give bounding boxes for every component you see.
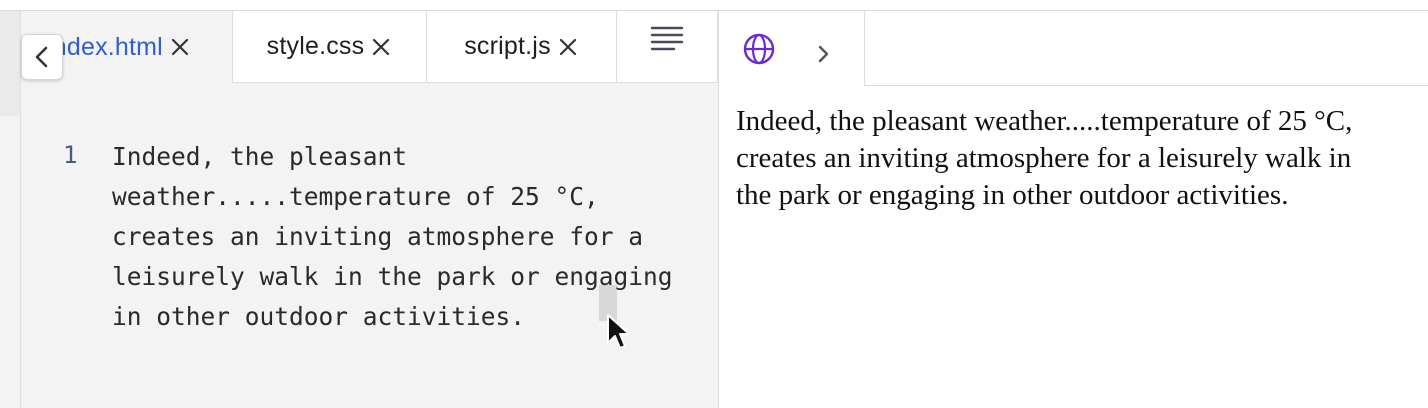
tab-label: index.html [47,32,163,61]
tab-label: style.css [266,32,365,60]
close-icon[interactable] [370,36,392,58]
editor-tab-bar: index.html style.css script.js [21,11,718,83]
left-gutter-strip-top [0,11,20,116]
preview-tab[interactable] [719,11,865,86]
chevron-right-icon[interactable] [815,41,833,67]
globe-icon [743,33,775,65]
tab-script-js[interactable]: script.js [427,11,617,83]
tab-style-css[interactable]: style.css [233,11,427,83]
mouse-pointer-icon [607,314,630,349]
preview-pane: Indeed, the pleasant weather.....tempera… [719,11,1428,408]
preview-content: Indeed, the pleasant weather.....tempera… [736,105,1353,211]
chevron-left-icon [35,46,48,68]
format-button[interactable] [617,11,718,83]
code-line[interactable]: Indeed, the pleasant weather.....tempera… [112,137,702,337]
back-button[interactable] [21,34,63,80]
editor-pane: index.html style.css script.js 1 Indeed,… [21,11,718,408]
align-lines-icon [650,26,684,50]
preview-toolbar [719,11,1428,86]
line-number: 1 [63,141,78,169]
close-icon[interactable] [169,36,191,58]
tab-label: script.js [464,32,551,60]
close-icon[interactable] [557,36,579,58]
code-editor[interactable]: 1 Indeed, the pleasant weather.....tempe… [21,123,718,408]
